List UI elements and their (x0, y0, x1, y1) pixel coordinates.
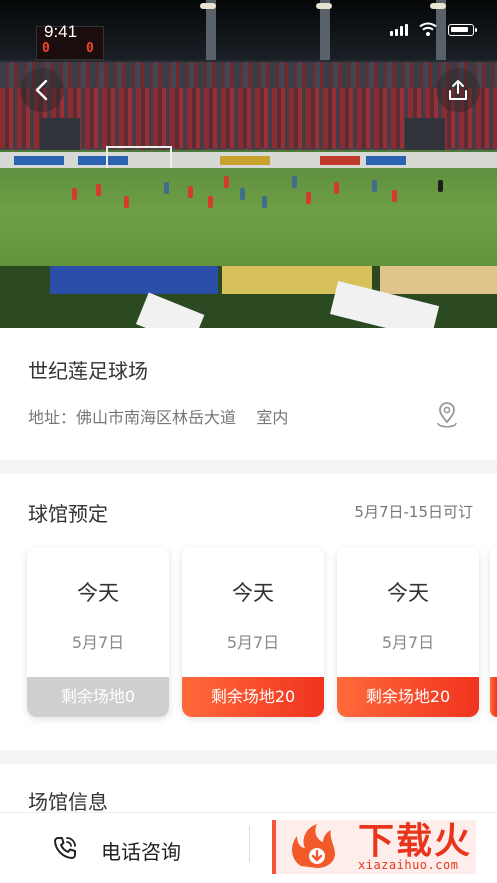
booking-range: 5月7日-15日可订 (354, 503, 473, 521)
day-card[interactable]: 今天 5月7日 剩余场地20 (337, 547, 479, 717)
day-label: 今天 (387, 581, 429, 605)
phone-consult-button[interactable]: 电话咨询 (101, 836, 181, 865)
watermark-brand: 下载火 (358, 821, 473, 862)
day-card-partial[interactable] (490, 547, 497, 717)
venue-type: 室内 (256, 408, 289, 427)
day-card[interactable]: 今天 5月7日 剩余场地20 (182, 547, 324, 717)
day-label: 今天 (77, 581, 119, 605)
venue-info-card (0, 328, 497, 460)
status-time: 9:41 (44, 22, 78, 41)
watermark-url: xiazaihuo.com (358, 858, 459, 872)
availability-badge: 剩余场地20 (337, 677, 479, 717)
signal-icon (390, 24, 408, 36)
availability-badge: 剩余场地20 (182, 677, 324, 717)
day-label: 今天 (232, 581, 274, 605)
day-date: 5月7日 (226, 633, 280, 652)
watermark-logo-icon (292, 824, 335, 868)
booking-title: 球馆预定 (28, 502, 108, 526)
venue-photo: 0 0 (0, 0, 497, 328)
venue-name: 世纪莲足球场 (28, 359, 148, 383)
back-arrow-icon (35, 79, 48, 101)
location-pin-icon[interactable] (434, 401, 460, 429)
day-date: 5月7日 (381, 633, 435, 652)
phone-icon (54, 837, 76, 859)
address-label: 地址： (28, 408, 77, 427)
venue-info-title: 场馆信息 (28, 790, 108, 814)
battery-icon (448, 24, 477, 36)
address-value: 佛山市南海区林岳大道 (76, 408, 237, 427)
share-icon (449, 80, 467, 100)
day-card[interactable]: 今天 5月7日 剩余场地0 (27, 547, 169, 717)
day-date: 5月7日 (71, 633, 125, 652)
share-button[interactable] (436, 68, 480, 112)
availability-badge: 剩余场地0 (27, 677, 169, 717)
pitch (0, 168, 497, 278)
home-score: 0 (42, 41, 50, 56)
back-button[interactable] (20, 68, 64, 112)
wifi-icon (419, 22, 437, 36)
goal (106, 146, 172, 168)
bottom-divider (249, 826, 250, 862)
away-score: 0 (86, 41, 94, 56)
venue-address: 地址：佛山市南海区林岳大道 室内 (28, 404, 288, 428)
